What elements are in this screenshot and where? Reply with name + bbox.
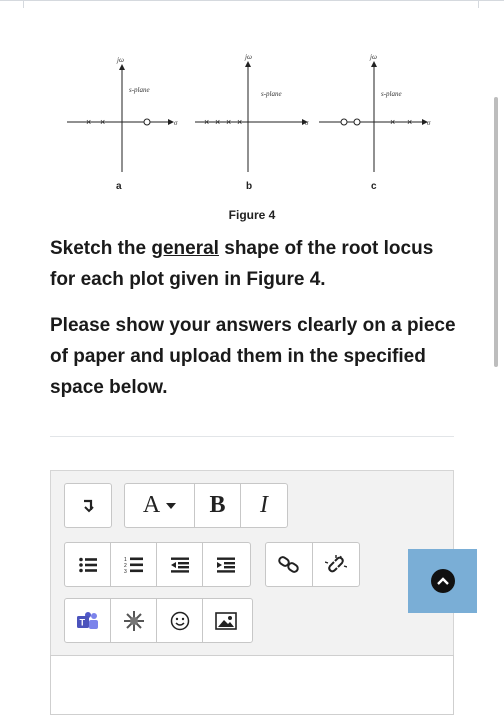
- toolbar-group-media: T: [64, 598, 253, 643]
- pole-marker: ×: [204, 117, 209, 127]
- italic-button[interactable]: I: [241, 484, 287, 527]
- link-button[interactable]: [266, 543, 313, 586]
- sigma-label-c: σ: [427, 119, 431, 127]
- jw-label-c: jω: [369, 53, 377, 61]
- unordered-list-icon: [78, 557, 97, 572]
- media-button[interactable]: [111, 599, 157, 642]
- image-icon: [215, 611, 237, 630]
- emoji-icon: [170, 611, 189, 630]
- media-icon: [123, 610, 144, 631]
- splane-label-b: s-plane: [261, 90, 282, 98]
- unordered-list-button[interactable]: [65, 543, 111, 586]
- paragraph-icon: [84, 499, 94, 512]
- question-text-start: Sketch the: [50, 238, 152, 259]
- toolbar-group-lists: 1 2 3: [64, 542, 251, 587]
- figure-4-image: jω s-plane σ × × a jω s-plane σ × × × × …: [67, 53, 431, 192]
- splane-label-a: s-plane: [129, 86, 150, 94]
- plot-b: jω s-plane σ × × × × b: [195, 53, 309, 192]
- pole-marker: ×: [390, 117, 395, 127]
- plot-label-b: b: [246, 181, 252, 192]
- figure-caption: Figure 4: [228, 208, 276, 222]
- sigma-label-a: σ: [174, 119, 178, 127]
- pole-marker: ×: [86, 117, 91, 127]
- pole-marker: ×: [100, 117, 105, 127]
- zero-marker: [340, 118, 348, 126]
- jw-label-b: jω: [244, 53, 252, 61]
- paragraph-style-button[interactable]: [65, 484, 111, 527]
- question-text-2: Please show your answers clearly on a pi…: [50, 315, 456, 398]
- question-underlined-word: general: [151, 238, 219, 259]
- toolbar-group-format: A B I: [124, 483, 288, 528]
- font-style-label: A: [142, 492, 161, 518]
- question-text-1: Sketch the general shape of the root loc…: [50, 233, 460, 295]
- divider: [50, 436, 454, 437]
- unlink-button[interactable]: [313, 543, 360, 586]
- card-edge-right: [478, 0, 479, 8]
- pole-marker: ×: [407, 117, 412, 127]
- scroll-to-top-button[interactable]: [408, 549, 477, 613]
- sigma-label-b: σ: [305, 119, 309, 127]
- svg-text:3: 3: [124, 569, 127, 574]
- ordered-list-button[interactable]: 1 2 3: [111, 543, 157, 586]
- link-icon: [278, 555, 299, 573]
- plot-c: jω s-plane σ × × c: [319, 53, 431, 192]
- card-edge-left: [23, 0, 24, 8]
- outdent-icon: [170, 557, 189, 573]
- plot-a: jω s-plane σ × × a: [67, 56, 178, 192]
- bold-button[interactable]: B: [195, 484, 241, 527]
- page-scrollbar[interactable]: [494, 97, 498, 367]
- page-top-border: [0, 0, 504, 1]
- editor-text-area[interactable]: [50, 655, 454, 715]
- toolbar-group-paragraph: [64, 483, 112, 528]
- teams-button[interactable]: T: [65, 599, 111, 642]
- chevron-up-icon: [430, 569, 455, 593]
- pole-marker: ×: [215, 117, 220, 127]
- indent-button[interactable]: [203, 543, 249, 586]
- ordered-list-icon: 1 2 3: [124, 557, 143, 574]
- outdent-button[interactable]: [157, 543, 203, 586]
- italic-label: I: [260, 492, 268, 518]
- zero-marker: [143, 118, 151, 126]
- caret-down-icon: [166, 502, 177, 509]
- jw-label-a: jω: [116, 56, 124, 64]
- emoji-button[interactable]: [157, 599, 203, 642]
- splane-label-c: s-plane: [381, 90, 402, 98]
- bold-label: B: [209, 492, 226, 518]
- unlink-icon: [324, 554, 347, 572]
- svg-text:T: T: [79, 617, 85, 627]
- teams-icon: T: [76, 611, 98, 629]
- plot-label-a: a: [116, 181, 122, 192]
- pole-marker: ×: [226, 117, 231, 127]
- image-button[interactable]: [203, 599, 249, 642]
- pole-marker: ×: [237, 117, 242, 127]
- zero-marker: [353, 118, 361, 126]
- toolbar-group-links: [265, 542, 360, 587]
- indent-icon: [217, 557, 235, 573]
- font-style-button[interactable]: A: [125, 484, 195, 527]
- plot-label-c: c: [371, 181, 377, 192]
